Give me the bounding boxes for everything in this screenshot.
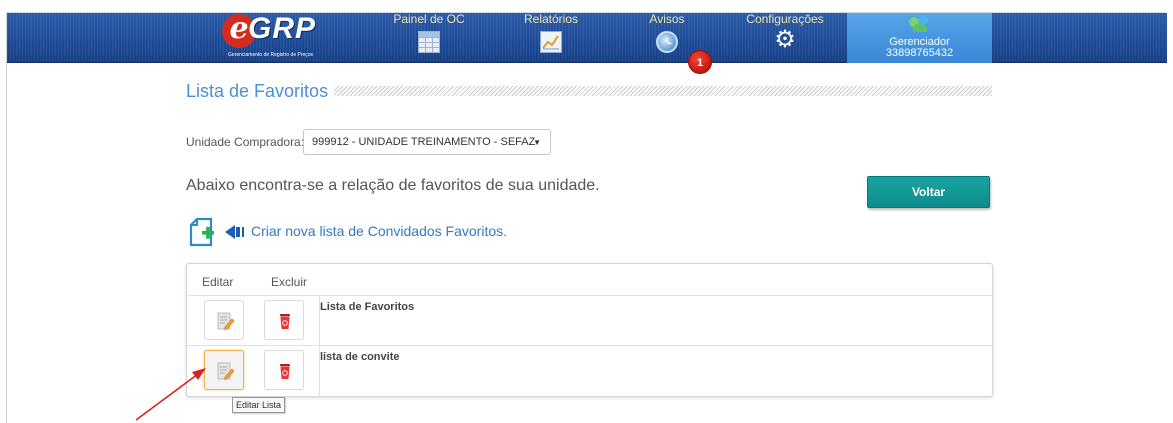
favorites-table: Editar Excluir Lista de Favoritos lista … [186,263,993,397]
table-row: lista de convite [187,345,992,396]
page-title: Lista de Favoritos [186,81,329,101]
logo-grp: GRP [248,12,317,45]
egrp-logo[interactable]: e GRP Gerenciamento de Registro de Preço… [222,12,332,60]
delete-button[interactable] [264,300,304,340]
edit-tooltip: Editar Lista [232,397,286,413]
unit-select[interactable]: 999912 - UNIDADE TREINAMENTO - SEFAZ ▼ [303,129,551,155]
frame-left-line [6,12,7,423]
unit-select-value: 999912 - UNIDADE TREINAMENTO - SEFAZ [312,136,536,148]
add-list-icon [189,217,244,247]
unit-label: Unidade Compradora: [186,135,305,149]
list-name: Lista de Favoritos [320,301,415,313]
avisos-count-badge[interactable]: 1 [688,50,712,74]
annotation-arrow-icon [135,368,206,421]
edit-button[interactable] [204,300,244,340]
nav-avisos-label: Avisos [649,12,685,26]
column-header-delete: Excluir [271,275,308,289]
nav-configuracoes-label: Configurações [746,12,824,26]
delete-button[interactable] [264,350,304,390]
list-name: lista de convite [320,351,400,363]
table-icon [418,31,440,53]
trash-icon [280,364,290,379]
back-button[interactable]: Voltar [867,176,990,208]
nav-relatorios-label: Relatórios [523,12,579,26]
gear-icon: ⚙ [774,26,796,53]
title-divider [334,86,992,96]
chevron-down-icon: ▼ [533,138,541,147]
nav-painel-oc-label: Painel de OC [393,12,465,26]
nav-configuracoes[interactable]: Configurações ⚙ [740,13,830,63]
nav-relatorios[interactable]: Relatórios [512,13,590,63]
trash-icon [280,314,290,329]
new-list-link[interactable]: Criar nova lista de Convidados Favoritos… [251,223,507,239]
chart-icon [540,31,562,53]
user-id: 33898765432 [885,47,954,59]
intro-text: Abaixo encontra-se a relação de favorito… [186,177,600,194]
users-icon [908,15,931,33]
column-header-edit: Editar [202,275,234,289]
clock-icon [656,31,678,53]
logo-subtitle: Gerenciamento de Registro de Preços [228,52,314,58]
nav-painel-oc[interactable]: Painel de OC [390,13,468,63]
table-row: Lista de Favoritos [187,295,992,345]
user-menu[interactable]: Gerenciador 33898765432 [847,13,992,63]
edit-icon [217,312,235,330]
